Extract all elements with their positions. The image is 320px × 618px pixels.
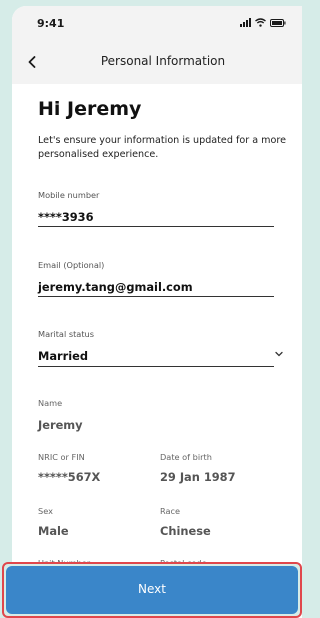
mobile-field[interactable]: ****3936 <box>38 210 94 224</box>
marital-underline <box>38 366 274 367</box>
marital-label: Marital status <box>38 329 94 339</box>
next-button[interactable]: Next <box>6 566 298 614</box>
race-value: Chinese <box>160 524 211 538</box>
phone-screen: 9:41 Personal Information Hi Jeremy Let' <box>12 6 302 618</box>
sex-value: Male <box>38 524 69 538</box>
mobile-label: Mobile number <box>38 190 100 200</box>
email-underline <box>38 296 274 297</box>
nric-label: NRIC or FIN <box>38 452 85 462</box>
chevron-down-icon[interactable] <box>274 349 284 359</box>
status-bar: 9:41 <box>12 6 302 40</box>
wifi-icon <box>255 18 266 27</box>
next-button-highlight: Next <box>2 562 302 618</box>
dob-value: 29 Jan 1987 <box>160 470 236 484</box>
intro-text: Let's ensure your information is updated… <box>38 135 286 160</box>
race-label: Race <box>160 506 181 516</box>
battery-icon <box>270 18 286 27</box>
name-value: Jeremy <box>38 418 83 432</box>
status-icons <box>240 18 286 27</box>
sex-label: Sex <box>38 506 53 516</box>
status-time: 9:41 <box>37 17 65 30</box>
top-bar: 9:41 Personal Information <box>12 6 302 84</box>
dob-label: Date of birth <box>160 452 212 462</box>
email-field[interactable]: jeremy.tang@gmail.com <box>38 280 193 294</box>
marital-select[interactable]: Married <box>38 349 88 363</box>
greeting-heading: Hi Jeremy <box>38 98 142 120</box>
page-title: Personal Information <box>100 54 226 68</box>
nric-value: *****567X <box>38 470 101 484</box>
nav-bar: Personal Information <box>12 40 302 84</box>
name-label: Name <box>38 398 63 408</box>
email-label: Email (Optional) <box>38 260 105 270</box>
mobile-underline <box>38 226 274 227</box>
signal-icon <box>240 18 251 27</box>
